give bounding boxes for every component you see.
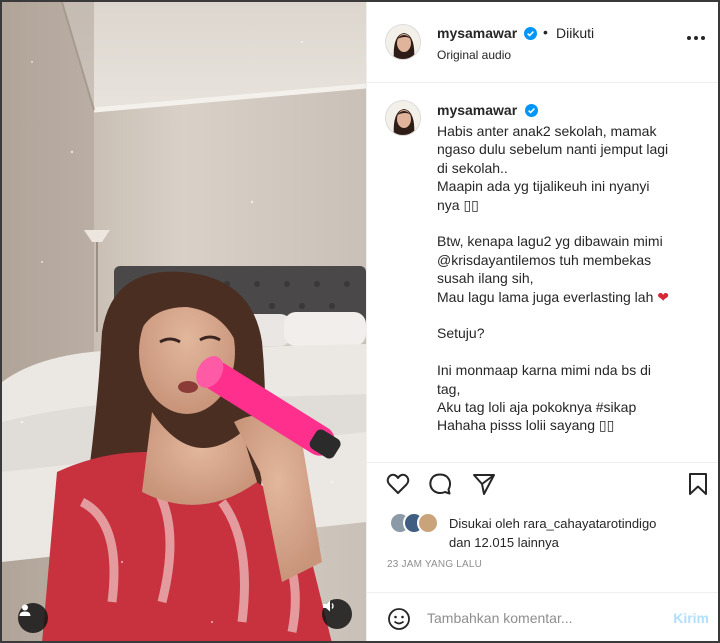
verified-badge-icon bbox=[522, 102, 538, 119]
comment-input[interactable] bbox=[427, 605, 657, 631]
caption-line: Hahaha pisss lolii sayang ▯▯ bbox=[437, 417, 615, 434]
share-icon[interactable] bbox=[471, 471, 497, 497]
caption-line-text: Mau lagu lama juga everlasting lah bbox=[437, 288, 654, 305]
comment-bar: Kirim bbox=[367, 592, 718, 641]
caption-line: Maapin ada yg tijalikeuh ini nyanyi bbox=[437, 178, 650, 195]
author-avatar[interactable] bbox=[385, 24, 421, 60]
caption-line: di sekolah.. bbox=[437, 159, 508, 176]
caption-line: Ini monmaap karna mimi nda bs di bbox=[437, 362, 651, 379]
caption-line: ngaso dulu sebelum nanti jemput lagi bbox=[437, 141, 669, 158]
liker-avatars[interactable] bbox=[389, 512, 441, 534]
author-username[interactable]: mysamawar bbox=[437, 25, 517, 41]
video-frame-illustration bbox=[2, 2, 366, 641]
caption-section: mysamawar Habis anter anak2 sekolah, mam… bbox=[367, 84, 718, 462]
separator-dot: • bbox=[543, 24, 548, 40]
caption-line: susah ilang sih, bbox=[437, 270, 534, 287]
likes-line[interactable]: Disukai oleh rara_cahayatarotindigo bbox=[449, 514, 709, 533]
caption-mention-line[interactable]: @krisdayantilemos tuh membekas bbox=[437, 251, 707, 269]
caption-text: Habis anter anak2 sekolah, mamak ngaso d… bbox=[437, 122, 707, 435]
bookmark-icon[interactable] bbox=[685, 471, 711, 497]
audio-link[interactable]: Original audio bbox=[437, 48, 511, 62]
post-video[interactable] bbox=[2, 2, 366, 641]
caption-line: Btw, kenapa lagu2 yg dibawain mimi bbox=[437, 233, 663, 250]
caption-username[interactable]: mysamawar bbox=[437, 102, 517, 118]
instagram-post-window: mysamawar • Diikuti Original audio mysam… bbox=[0, 0, 720, 643]
caption-line: Habis anter anak2 sekolah, mamak bbox=[437, 123, 657, 139]
user-tag-button[interactable] bbox=[18, 603, 48, 633]
mute-toggle-button[interactable] bbox=[322, 599, 352, 629]
comment-icon[interactable] bbox=[427, 471, 453, 497]
post-header: mysamawar • Diikuti Original audio bbox=[367, 2, 718, 83]
likes-count-line[interactable]: dan 12.015 lainnya bbox=[449, 533, 709, 552]
caption-author-avatar[interactable] bbox=[385, 100, 421, 136]
caption-username-row: mysamawar bbox=[437, 102, 538, 120]
likes-text[interactable]: Disukai oleh rara_cahayatarotindigo dan … bbox=[449, 514, 709, 552]
caption-line: nya ▯▯ bbox=[437, 196, 479, 213]
more-options-icon[interactable] bbox=[687, 36, 705, 40]
likes-summary: Disukai oleh rara_cahayatarotindigo dan … bbox=[367, 508, 718, 550]
post-timestamp[interactable]: 23 JAM YANG LALU bbox=[387, 559, 482, 570]
caption-hashtag-line[interactable]: Aku tag loli aja pokoknya #sikap bbox=[437, 398, 707, 416]
liker-avatar bbox=[417, 512, 439, 534]
action-bar bbox=[367, 462, 718, 502]
caption-line: Mau lagu lama juga everlasting lah ❤ bbox=[437, 288, 707, 306]
caption-line: tag, bbox=[437, 380, 461, 397]
emoji-icon[interactable] bbox=[387, 607, 411, 636]
following-button[interactable]: Diikuti bbox=[556, 25, 594, 41]
heart-icon[interactable] bbox=[385, 471, 411, 497]
post-details-panel: mysamawar • Diikuti Original audio mysam… bbox=[366, 2, 718, 641]
caption-line: Setuju? bbox=[437, 325, 485, 342]
verified-badge-icon bbox=[521, 25, 537, 43]
red-heart-emoji: ❤ bbox=[657, 288, 669, 305]
post-comment-button[interactable]: Kirim bbox=[673, 610, 709, 626]
